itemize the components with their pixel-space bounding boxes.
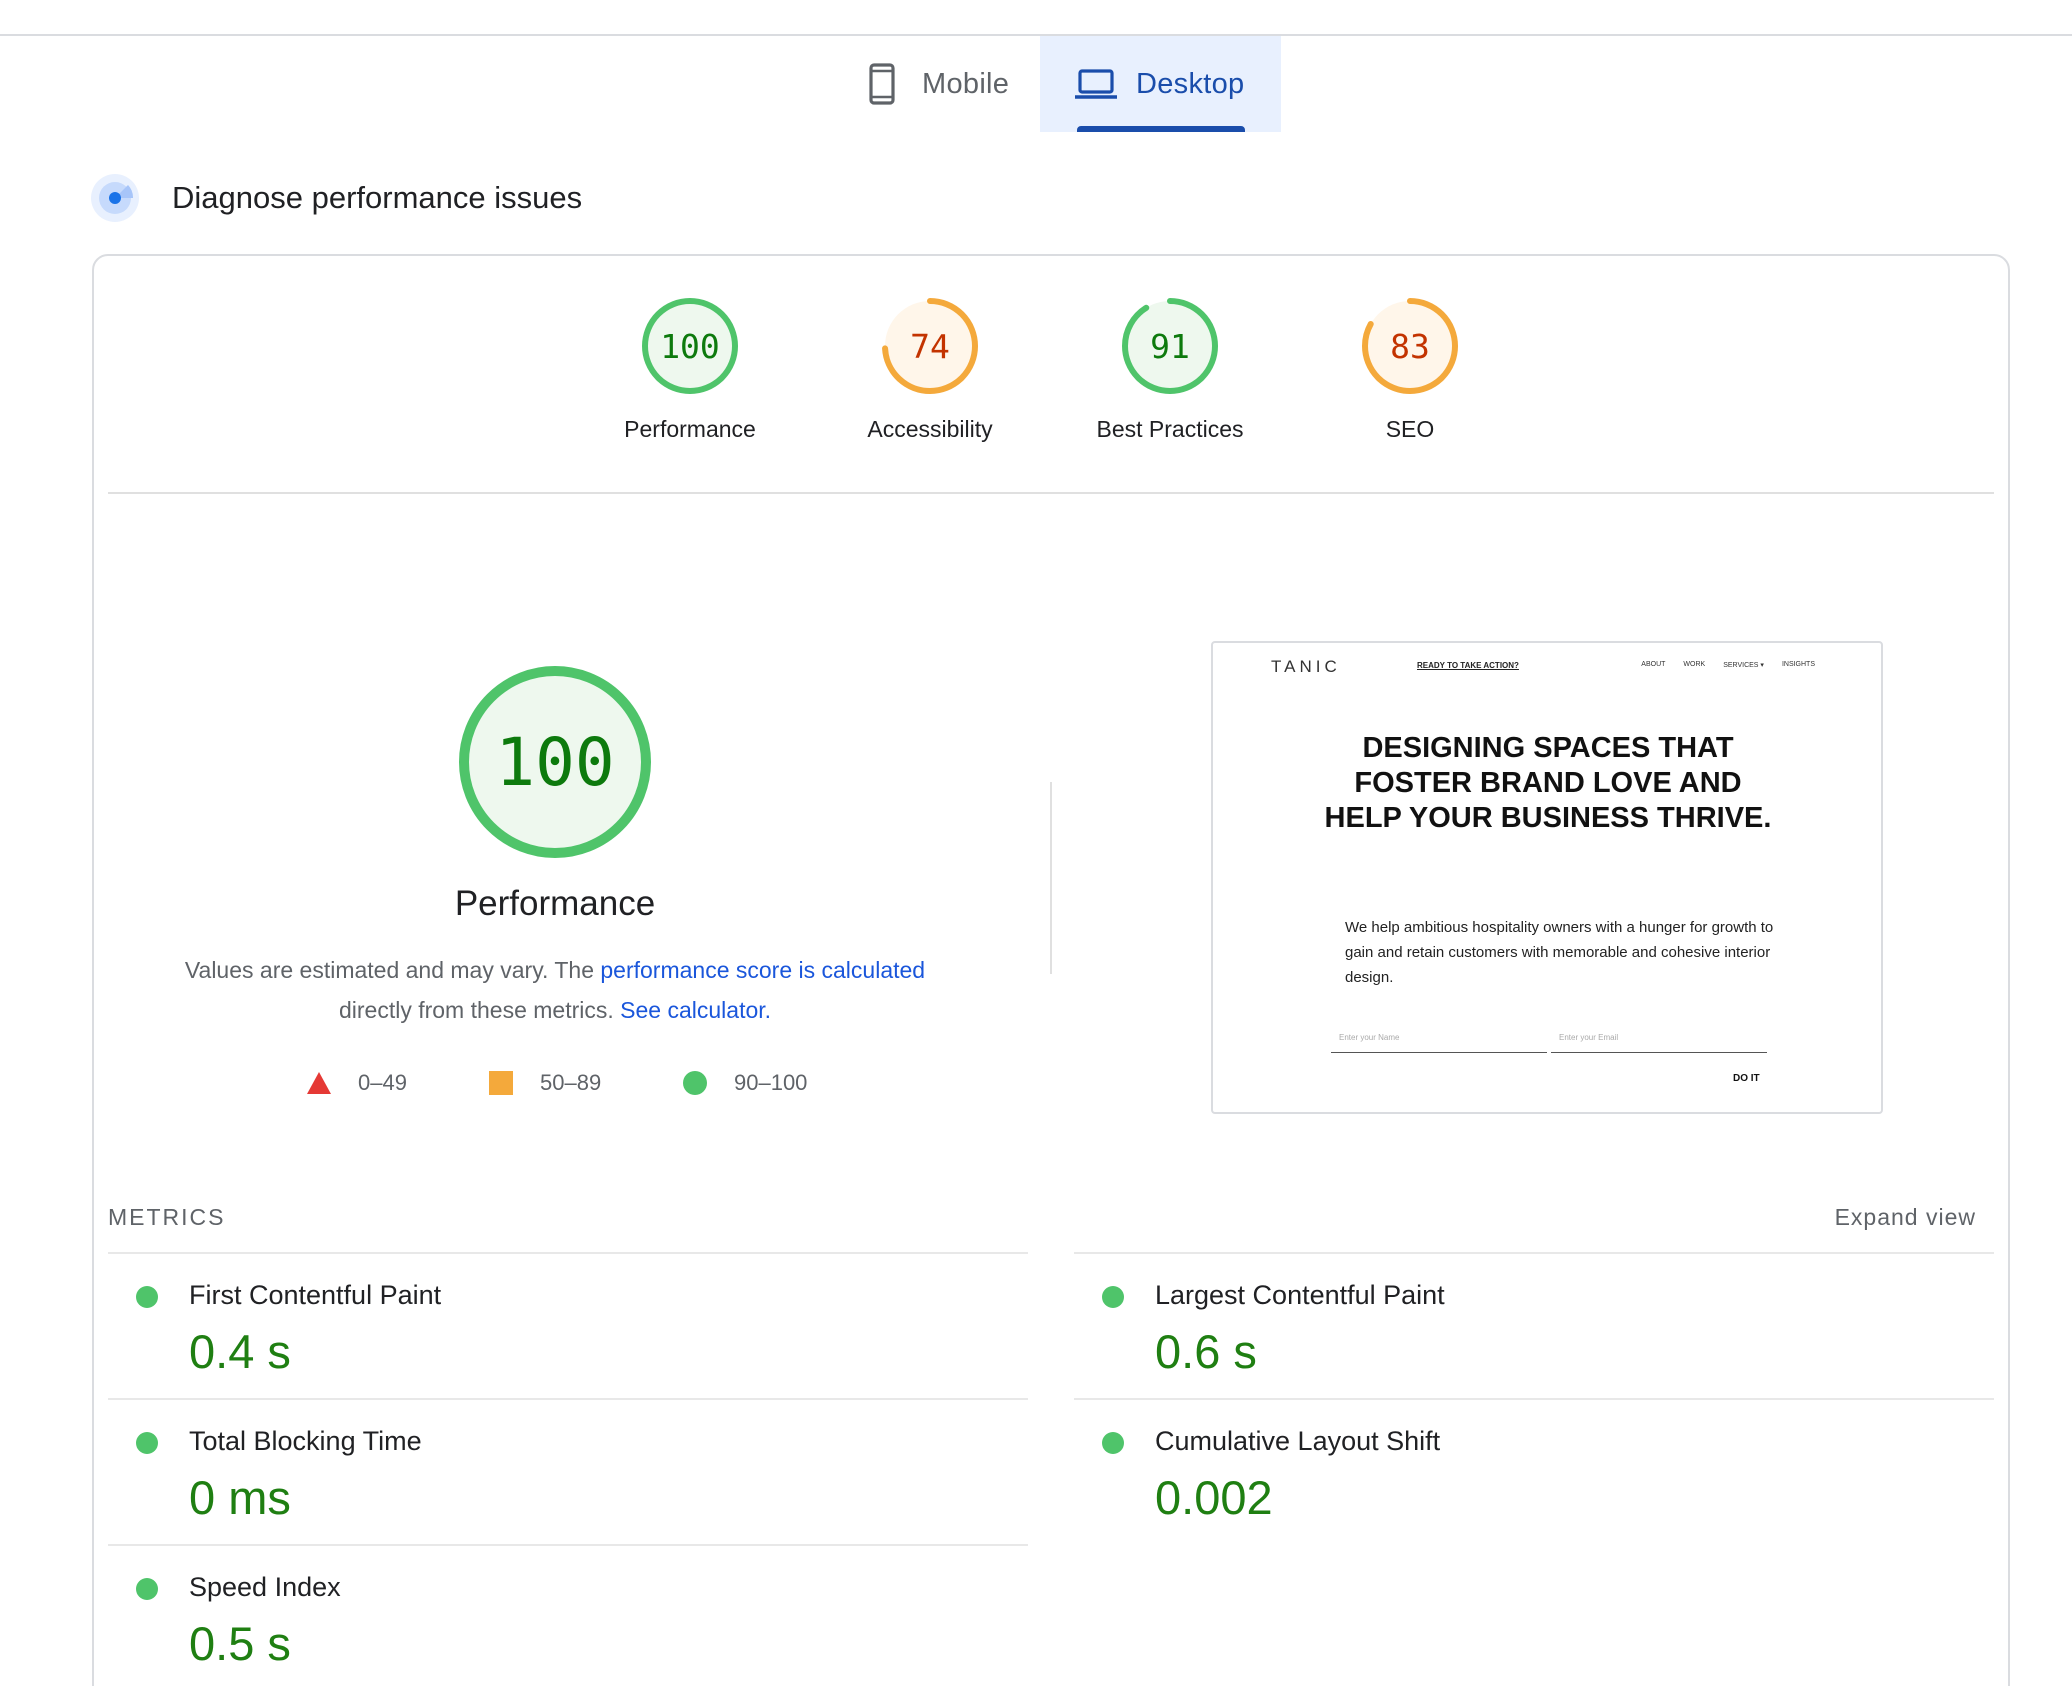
device-tabs: Mobile Desktop	[0, 36, 2072, 132]
metrics-header: METRICS	[108, 1204, 226, 1230]
metric-value: 0.002	[1155, 1471, 1273, 1524]
gauge-label: Performance	[624, 416, 756, 442]
metric-cls: Cumulative Layout Shift 0.002	[1074, 1398, 1994, 1544]
site-name-field: Enter your Name	[1331, 1027, 1547, 1053]
gauge-seo[interactable]: 83 SEO	[1310, 296, 1510, 443]
square-icon	[489, 1071, 513, 1095]
gauge-score: 91	[1150, 326, 1190, 366]
desc-text: Values are estimated and may vary. The	[184, 957, 601, 983]
score-calculated-link[interactable]: performance score is calculated	[600, 957, 925, 983]
gauge-performance[interactable]: 100 Performance	[590, 296, 790, 443]
gauge-score: 74	[910, 326, 950, 366]
pass-dot-icon	[1102, 1286, 1124, 1308]
metric-si: Speed Index 0.5 s	[108, 1544, 1028, 1686]
metric-label: Speed Index	[189, 1572, 341, 1602]
card-divider	[108, 492, 1994, 494]
legend-fail: 0–49	[306, 1068, 407, 1098]
legend-range: 90–100	[734, 1070, 808, 1095]
vertical-divider	[1050, 782, 1052, 974]
performance-description: Values are estimated and may vary. The p…	[130, 950, 980, 1030]
metric-label: Total Blocking Time	[189, 1426, 422, 1456]
tab-mobile[interactable]: Mobile	[840, 36, 1040, 132]
site-nav-item: ABOUT	[1641, 661, 1666, 668]
tab-desktop[interactable]: Desktop	[1040, 36, 1281, 132]
site-nav: ABOUT WORK SERVICES ▾ INSIGHTS	[1641, 661, 1815, 669]
gauge-label: Accessibility	[867, 416, 993, 442]
legend-average: 50–89	[488, 1068, 601, 1098]
pass-dot-icon	[136, 1286, 158, 1308]
performance-big-gauge: 100	[455, 662, 655, 862]
legend-pass: 90–100	[682, 1068, 807, 1098]
site-logo: TANIC	[1271, 657, 1341, 676]
section-title: Diagnose performance issues	[172, 180, 583, 215]
circle-icon	[683, 1071, 707, 1095]
site-email-field: Enter your Email	[1551, 1027, 1767, 1053]
metric-value: 0 ms	[189, 1471, 291, 1524]
metric-value: 0.5 s	[189, 1617, 291, 1670]
metric-tbt: Total Blocking Time 0 ms	[108, 1398, 1028, 1544]
site-body: We help ambitious hospitality owners wit…	[1345, 919, 1774, 986]
site-nav-item: SERVICES ▾	[1723, 662, 1764, 669]
pass-dot-icon	[136, 1578, 158, 1600]
tab-mobile-label: Mobile	[922, 67, 1010, 100]
performance-title: Performance	[454, 884, 656, 923]
smartphone-icon	[860, 62, 904, 106]
gauge-score: 83	[1390, 326, 1430, 366]
legend-range: 0–49	[358, 1070, 407, 1095]
category-gauges: 100 Performance 74 Accessibility 91 Best…	[0, 296, 2072, 466]
site-submit: DO IT	[1733, 1073, 1760, 1084]
site-name-placeholder: Enter your Name	[1339, 1033, 1400, 1042]
see-calculator-link[interactable]: See calculator.	[620, 997, 771, 1023]
gauge-accessibility[interactable]: 74 Accessibility	[830, 296, 1030, 443]
desc-text-2: directly from these metrics.	[338, 997, 621, 1023]
laptop-icon	[1074, 62, 1118, 106]
pass-dot-icon	[136, 1432, 158, 1454]
gauge-score: 100	[660, 326, 720, 366]
metric-label: Largest Contentful Paint	[1155, 1280, 1445, 1310]
radar-icon	[90, 173, 140, 223]
final-screenshot[interactable]: TANIC READY TO TAKE ACTION? ABOUT WORK S…	[1211, 641, 1883, 1114]
gauge-label: Best Practices	[1096, 416, 1244, 442]
metric-value: 0.6 s	[1155, 1325, 1257, 1378]
site-cta: READY TO TAKE ACTION?	[1417, 661, 1519, 670]
site-email-placeholder: Enter your Email	[1559, 1033, 1619, 1042]
metric-label: Cumulative Layout Shift	[1155, 1426, 1441, 1456]
site-nav-item: WORK	[1683, 661, 1706, 668]
triangle-icon	[307, 1072, 331, 1094]
site-headline: DESIGNING SPACES THAT FOSTER BRAND LOVE …	[1324, 732, 1772, 834]
metric-lcp: Largest Contentful Paint 0.6 s	[1074, 1252, 1994, 1398]
active-tab-indicator	[1077, 126, 1245, 132]
big-gauge-score: 100	[495, 723, 615, 801]
gauge-label: SEO	[1385, 416, 1435, 442]
tab-desktop-label: Desktop	[1136, 67, 1245, 100]
pass-dot-icon	[1102, 1432, 1124, 1454]
expand-view-button[interactable]: Expand view	[1835, 1204, 1976, 1231]
gauge-best-practices[interactable]: 91 Best Practices	[1070, 296, 1270, 443]
diagnose-heading: Diagnose performance issues	[90, 172, 582, 224]
site-nav-item: INSIGHTS	[1781, 661, 1815, 668]
metric-value: 0.4 s	[189, 1325, 291, 1378]
metric-fcp: First Contentful Paint 0.4 s	[108, 1252, 1028, 1398]
legend-range: 50–89	[540, 1070, 602, 1095]
metric-label: First Contentful Paint	[189, 1280, 442, 1310]
